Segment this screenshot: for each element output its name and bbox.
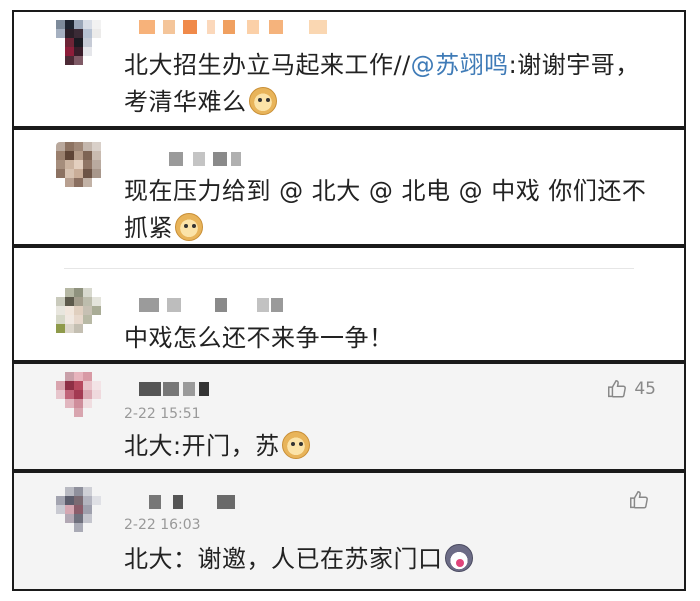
avatar[interactable] <box>56 142 110 196</box>
like-button[interactable] <box>628 489 656 511</box>
husky-emoji-icon <box>444 544 473 572</box>
doge-emoji-icon <box>248 87 277 115</box>
comment-text: 现在压力给到 @ 北大 @ 北电 @ 中戏 你们还不抓紧 <box>124 177 647 242</box>
avatar[interactable] <box>56 288 110 342</box>
avatar[interactable] <box>56 372 110 426</box>
comment-card-3: 中戏怎么还不来争一争！ <box>12 246 686 362</box>
comment-text: 北大:开门，苏 <box>124 428 664 465</box>
comment-text: 北大：谢邀，人已在苏家门口 <box>124 541 664 578</box>
like-button[interactable]: 45 <box>606 378 656 400</box>
doge-emoji-icon <box>175 213 203 241</box>
comment-card-2: 现在压力给到 @ 北大 @ 北电 @ 中戏 你们还不抓紧 <box>12 128 686 246</box>
reply-card-2: 2-22 16:03 北大：谢邀，人已在苏家门口 <box>12 471 686 591</box>
avatar[interactable] <box>56 487 110 541</box>
reply-card-1: 2-22 15:51 45 北大:开门，苏 <box>12 362 686 471</box>
thumbs-up-icon <box>630 491 648 509</box>
comment-card-1: 北大招生办立马起来工作//@苏翊鸣:谢谢宇哥，考清华难么 <box>12 10 686 128</box>
divider <box>64 268 634 269</box>
comment-text: 北大招生办立马起来工作//@苏翊鸣:谢谢宇哥，考清华难么 <box>124 51 640 116</box>
like-count: 45 <box>634 379 656 399</box>
comment-timestamp: 2-22 15:51 <box>124 406 201 422</box>
comment-timestamp: 2-22 16:03 <box>124 517 201 533</box>
avatar[interactable] <box>56 20 110 74</box>
doge-emoji-icon <box>281 431 310 459</box>
mention-link[interactable]: @苏翊鸣 <box>411 51 509 79</box>
thumbs-up-icon <box>608 380 627 398</box>
comment-text: 中戏怎么还不来争一争！ <box>124 324 394 352</box>
